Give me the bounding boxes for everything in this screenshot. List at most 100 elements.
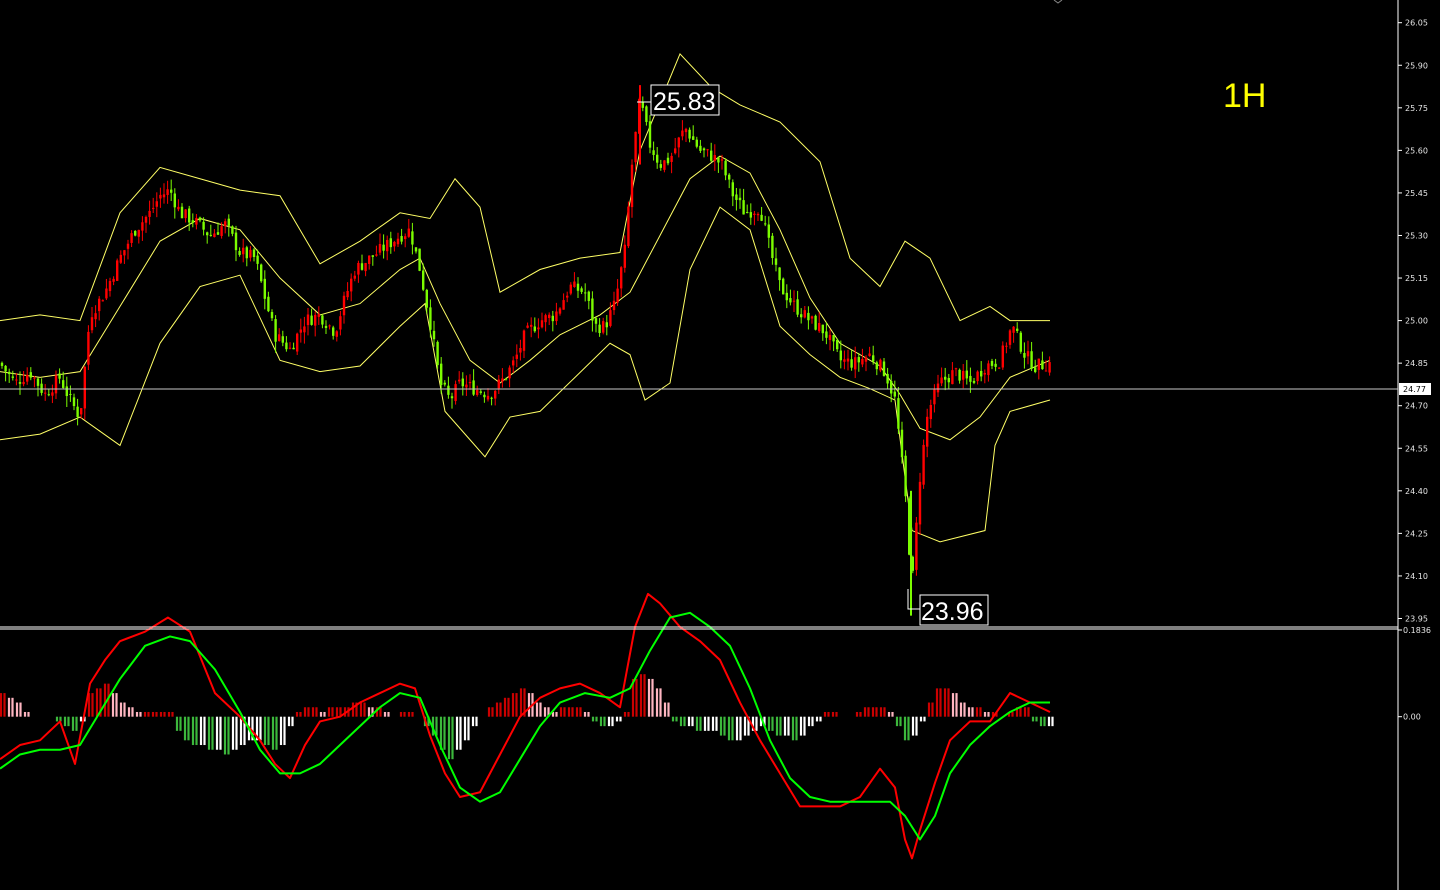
candle-body	[65, 386, 68, 397]
candle-body	[994, 363, 997, 367]
candle-body	[699, 145, 702, 151]
candle-body	[173, 193, 176, 208]
chart-background	[0, 0, 1440, 890]
candle-body	[785, 292, 788, 301]
candle-body	[188, 208, 191, 223]
candle-body	[242, 247, 245, 255]
candle-body	[962, 370, 965, 380]
candle-body	[544, 315, 547, 323]
candle-body	[202, 221, 205, 230]
candle-body	[285, 342, 288, 350]
candle-body	[846, 358, 850, 362]
candle-body	[670, 155, 673, 162]
candle-body	[508, 367, 511, 379]
candle-body	[702, 148, 706, 151]
candle-body	[472, 380, 475, 395]
candle-body	[1044, 370, 1048, 372]
candle-body	[803, 310, 806, 318]
candle-body	[872, 355, 875, 362]
candle-body	[108, 280, 112, 292]
candle-body	[724, 160, 727, 176]
candle-body	[897, 398, 900, 429]
candle-body	[929, 404, 932, 420]
candle-body	[494, 390, 497, 399]
candle-body	[314, 314, 317, 326]
candle-body	[789, 298, 792, 303]
candle-body	[580, 288, 583, 292]
candle-body	[972, 380, 976, 383]
candle-body	[738, 197, 742, 201]
candle-body	[569, 284, 572, 294]
candle-body	[270, 312, 274, 319]
candle-body	[468, 382, 472, 384]
candle-body	[22, 381, 25, 385]
candle-body	[317, 314, 320, 317]
candle-body	[256, 255, 259, 264]
candle-body	[436, 341, 439, 366]
candle-body	[357, 262, 360, 275]
candle-body	[882, 361, 886, 376]
candle-body	[220, 226, 223, 236]
candle-body	[630, 164, 634, 208]
candle-body	[965, 370, 968, 379]
candle-body	[533, 326, 536, 332]
candle-body	[720, 159, 724, 161]
candle-body	[209, 234, 212, 236]
macd-tick-label: 0.1836	[1403, 626, 1431, 635]
candle-body	[987, 363, 990, 376]
candle-body	[177, 206, 180, 210]
candle-body	[389, 238, 392, 248]
candle-body	[652, 150, 655, 155]
candle-body	[695, 139, 698, 147]
candle-body	[231, 226, 234, 234]
candle-body	[54, 375, 58, 394]
candle-body	[731, 182, 734, 197]
candle-body	[1005, 345, 1008, 347]
candle-body	[76, 406, 79, 418]
candle-body	[458, 379, 461, 382]
candle-body	[764, 223, 767, 225]
candle-body	[558, 308, 562, 314]
candle-body	[1023, 353, 1026, 358]
candle-body	[828, 334, 832, 341]
candle-body	[753, 213, 756, 215]
trading-chart[interactable]: 26.05 25.90 25.75 25.60 25.45 25.30 25.15 25.00…	[0, 0, 1440, 890]
candle-body	[450, 396, 454, 399]
candle-body	[947, 377, 950, 383]
candle-body	[447, 385, 450, 395]
candle-body	[461, 378, 464, 387]
candle-body	[814, 315, 817, 330]
candle-body	[983, 372, 986, 375]
candle-body	[515, 354, 518, 359]
candle-body	[951, 370, 954, 385]
candle-body	[609, 310, 612, 326]
candle-body	[616, 288, 619, 303]
candle-body	[443, 382, 446, 385]
candle-body	[692, 136, 695, 140]
candle-body	[591, 298, 594, 321]
candle-body	[400, 235, 403, 242]
candle-body	[954, 368, 958, 370]
candle-body	[1034, 367, 1037, 372]
candle-body	[80, 408, 83, 415]
candle-body	[263, 278, 266, 299]
candle-body	[774, 258, 778, 265]
candle-body	[504, 378, 508, 380]
candle-body	[641, 101, 644, 108]
timeframe-label: 1H	[1223, 77, 1266, 115]
candle-body	[274, 319, 277, 342]
price-tick-label: 25.60	[1405, 146, 1428, 155]
candle-body	[782, 278, 785, 295]
candle-body	[306, 314, 310, 326]
candle-body	[234, 232, 238, 251]
candle-body	[587, 291, 590, 301]
candle-body	[0, 362, 4, 366]
candle-body	[850, 359, 853, 368]
candle-body	[861, 358, 864, 365]
candle-body	[112, 278, 115, 282]
candle-body	[976, 371, 979, 382]
candle-body	[299, 329, 302, 333]
candle-body	[206, 232, 209, 236]
candle-body	[706, 149, 709, 151]
candle-body	[58, 373, 61, 379]
